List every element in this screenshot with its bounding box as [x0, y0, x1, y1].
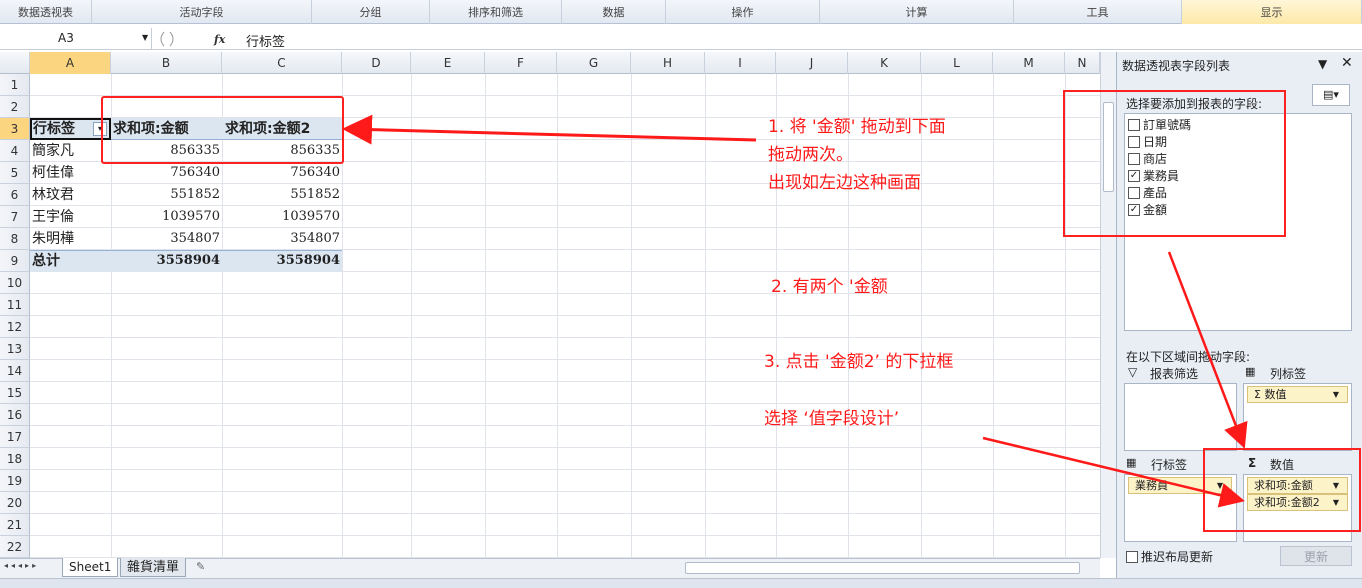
- annotation-arrows: [342, 114, 1248, 508]
